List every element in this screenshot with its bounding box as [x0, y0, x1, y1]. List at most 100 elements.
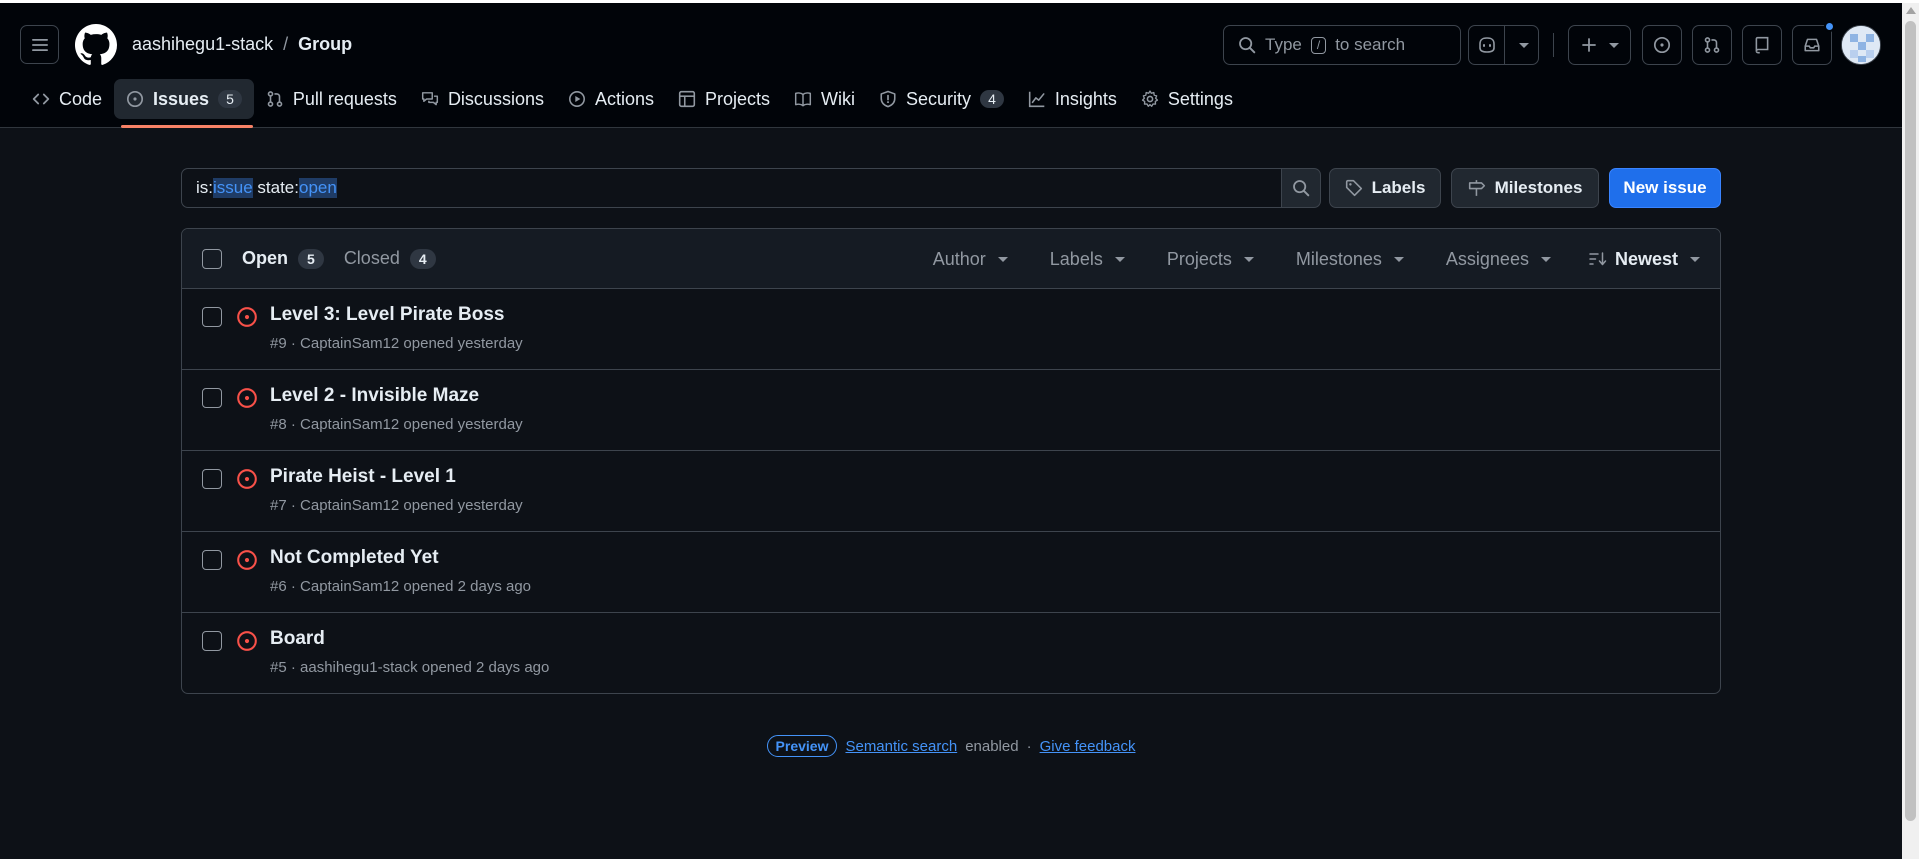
- query-token-highlight: issue: [213, 178, 253, 198]
- filter-label: Author: [932, 248, 986, 269]
- milestone-icon: [1468, 180, 1485, 196]
- repo-owner-link[interactable]: aashihegu1-stack: [132, 34, 273, 55]
- open-count-badge: 5: [298, 248, 324, 269]
- issue-checkbox[interactable]: [202, 631, 222, 651]
- create-new-button[interactable]: [1568, 25, 1631, 65]
- scrollbar-thumb[interactable]: [1905, 21, 1916, 821]
- issue-row[interactable]: Not Completed Yet #6 · CaptainSam12 open…: [182, 532, 1720, 613]
- search-icon: [1293, 180, 1310, 197]
- open-issues-tab[interactable]: Open 5: [242, 248, 324, 269]
- issue-opened-icon: [237, 388, 257, 408]
- copilot-button[interactable]: [1469, 26, 1506, 64]
- search-placeholder-prefix: Type: [1265, 35, 1302, 54]
- tab-discussions[interactable]: Discussions: [409, 79, 556, 119]
- author-filter[interactable]: Author: [933, 249, 1008, 270]
- search-icon: [1239, 37, 1256, 54]
- labels-filter[interactable]: Labels: [1050, 249, 1125, 270]
- tab-security[interactable]: Security 4: [867, 79, 1016, 119]
- issue-title-link[interactable]: Level 3: Level Pirate Boss: [270, 304, 504, 326]
- scroll-up-arrow-icon[interactable]: [1906, 7, 1916, 14]
- github-logo-icon[interactable]: [75, 24, 117, 66]
- tab-label: Actions: [594, 88, 654, 109]
- tab-issues[interactable]: Issues 5: [114, 79, 254, 119]
- gear-icon: [1141, 90, 1159, 107]
- issue-opened-icon: [1653, 36, 1671, 54]
- shield-icon: [880, 90, 896, 108]
- sort-filter[interactable]: Newest: [1589, 249, 1700, 270]
- page-scrollbar[interactable]: [1902, 3, 1919, 859]
- closed-issues-tab[interactable]: Closed 4: [344, 248, 436, 269]
- issues-count-badge: 5: [218, 90, 242, 108]
- tab-actions[interactable]: Actions: [556, 79, 666, 119]
- plus-icon: [1581, 38, 1596, 52]
- comment-discussion-icon: [421, 92, 438, 106]
- issue-opened-icon: [237, 469, 257, 489]
- repositories-button[interactable]: [1742, 25, 1782, 65]
- sort-label: Newest: [1614, 248, 1678, 269]
- issue-row[interactable]: Pirate Heist - Level 1 #7 · CaptainSam12…: [182, 451, 1720, 532]
- issue-title-link[interactable]: Pirate Heist - Level 1: [270, 466, 456, 488]
- labels-button[interactable]: Labels: [1329, 168, 1441, 208]
- give-feedback-link[interactable]: Give feedback: [1040, 738, 1136, 755]
- issue-row[interactable]: Level 3: Level Pirate Boss #9 · CaptainS…: [182, 289, 1720, 370]
- git-pull-request-icon: [267, 91, 283, 107]
- issue-row[interactable]: Level 2 - Invisible Maze #8 · CaptainSam…: [182, 370, 1720, 451]
- milestones-button[interactable]: Milestones: [1451, 168, 1599, 208]
- your-issues-button[interactable]: [1642, 25, 1682, 65]
- issue-row[interactable]: Board #5 · aashihegu1-stack opened 2 day…: [182, 613, 1720, 693]
- issue-opened-icon: [126, 90, 144, 108]
- closed-tab-label: Closed: [343, 248, 400, 268]
- new-issue-button[interactable]: New issue: [1609, 168, 1721, 208]
- filter-label: Assignees: [1445, 248, 1529, 269]
- chevron-down-icon: [997, 256, 1008, 262]
- search-shortcut-key: /: [1310, 36, 1327, 54]
- issue-checkbox[interactable]: [202, 307, 222, 327]
- tab-insights[interactable]: Insights: [1016, 79, 1129, 119]
- milestones-filter[interactable]: Milestones: [1296, 249, 1404, 270]
- issue-title-link[interactable]: Level 2 - Invisible Maze: [270, 385, 479, 407]
- issue-title-link[interactable]: Board: [270, 628, 325, 650]
- tab-label: Issues: [153, 88, 210, 109]
- issue-checkbox[interactable]: [202, 388, 222, 408]
- header-divider: [1553, 33, 1554, 57]
- tab-label: Insights: [1054, 88, 1117, 109]
- select-all-checkbox[interactable]: [202, 248, 222, 269]
- tab-wiki[interactable]: Wiki: [782, 79, 867, 119]
- issue-checkbox[interactable]: [202, 550, 222, 570]
- repo-icon: [1755, 36, 1769, 54]
- menu-button[interactable]: [20, 25, 59, 64]
- issue-meta: #7 · CaptainSam12 opened yesterday: [270, 497, 523, 514]
- issue-opened-icon: [237, 631, 257, 651]
- projects-filter[interactable]: Projects: [1167, 249, 1254, 270]
- tab-label: Settings: [1167, 88, 1233, 109]
- issues-search-input[interactable]: is: issue state: open: [181, 168, 1281, 208]
- assignees-filter[interactable]: Assignees: [1446, 249, 1551, 270]
- issue-checkbox[interactable]: [202, 469, 222, 489]
- tab-projects[interactable]: Projects: [666, 79, 782, 119]
- issue-title-link[interactable]: Not Completed Yet: [270, 547, 439, 569]
- tab-label: Wiki: [821, 88, 856, 109]
- preview-badge: Preview: [766, 735, 838, 757]
- tab-settings[interactable]: Settings: [1129, 79, 1245, 119]
- issues-filter-bar: is: issue state: open: [181, 168, 1321, 208]
- sort-desc-icon: [1589, 252, 1607, 266]
- tag-icon: [1345, 179, 1362, 197]
- issues-search-button[interactable]: [1281, 168, 1321, 208]
- breadcrumb: aashihegu1-stack / Group: [132, 34, 352, 55]
- tab-code[interactable]: Code: [20, 79, 114, 119]
- chevron-down-icon: [1540, 256, 1551, 262]
- semantic-search-link[interactable]: Semantic search: [845, 738, 957, 755]
- filter-label: Labels: [1049, 248, 1103, 269]
- global-search-input[interactable]: Type / to search: [1223, 25, 1461, 65]
- your-pull-requests-button[interactable]: [1692, 25, 1732, 65]
- tab-label: Pull requests: [292, 88, 397, 109]
- repo-name-link[interactable]: Group: [298, 34, 352, 55]
- issue-meta: #9 · CaptainSam12 opened yesterday: [270, 335, 523, 352]
- tab-pull-requests[interactable]: Pull requests: [254, 79, 409, 119]
- hamburger-icon: [31, 38, 48, 51]
- chevron-down-icon: [1518, 42, 1529, 48]
- tab-label: Projects: [705, 88, 771, 109]
- issues-list: Open 5 Closed 4 Author Labels Projects M…: [181, 228, 1721, 694]
- copilot-menu-button[interactable]: [1505, 26, 1538, 64]
- user-avatar[interactable]: [1841, 25, 1881, 65]
